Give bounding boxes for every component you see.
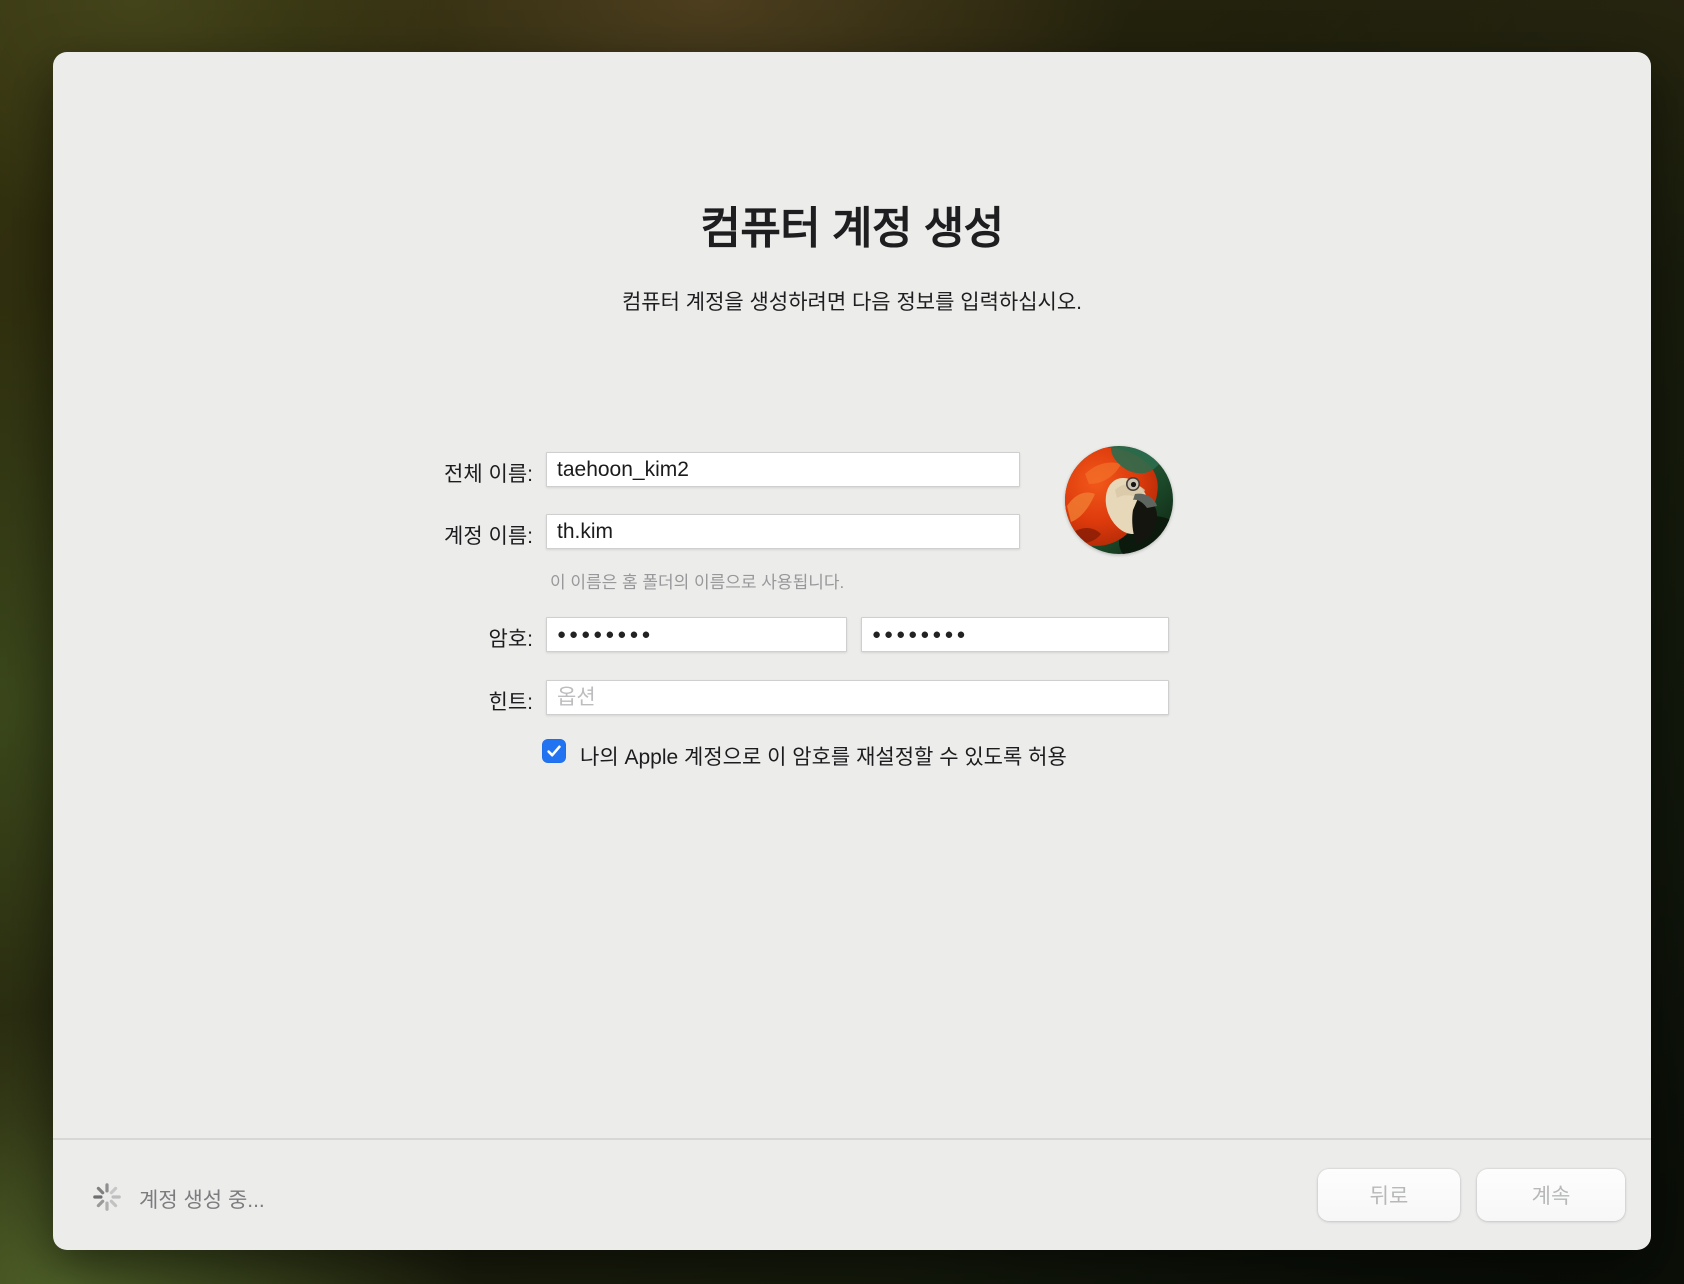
footer-divider — [53, 1138, 1651, 1140]
allow-apple-id-reset-label: 나의 Apple 계정으로 이 암호를 재설정할 수 있도록 허용 — [580, 741, 1067, 771]
verify-password-input[interactable] — [861, 617, 1169, 652]
password-label: 암호: — [489, 623, 533, 653]
full-name-label: 전체 이름: — [444, 458, 533, 488]
account-name-help-text: 이 이름은 홈 폴더의 이름으로 사용됩니다. — [550, 568, 844, 593]
account-name-label: 계정 이름: — [444, 520, 533, 550]
account-name-input[interactable] — [546, 514, 1020, 549]
password-input[interactable] — [546, 617, 847, 652]
hint-input[interactable] — [546, 680, 1169, 715]
full-name-input[interactable] — [546, 452, 1020, 487]
progress-spinner-icon — [92, 1182, 122, 1212]
setup-assistant-window: 컴퓨터 계정 생성 컴퓨터 계정을 생성하려면 다음 정보를 입력하십시오. 전… — [53, 52, 1651, 1250]
parrot-photo-icon — [1065, 446, 1173, 554]
back-button[interactable]: 뒤로 — [1318, 1169, 1460, 1221]
page-subtitle: 컴퓨터 계정을 생성하려면 다음 정보를 입력하십시오. — [53, 286, 1651, 316]
hint-label: 힌트: — [489, 686, 533, 716]
continue-button[interactable]: 계속 — [1477, 1169, 1625, 1221]
account-picture-parrot-avatar — [1065, 446, 1173, 554]
status-text: 계정 생성 중... — [139, 1184, 265, 1214]
allow-apple-id-reset-checkbox[interactable] — [542, 739, 566, 763]
page-title: 컴퓨터 계정 생성 — [53, 192, 1651, 256]
checkmark-icon — [545, 742, 563, 760]
